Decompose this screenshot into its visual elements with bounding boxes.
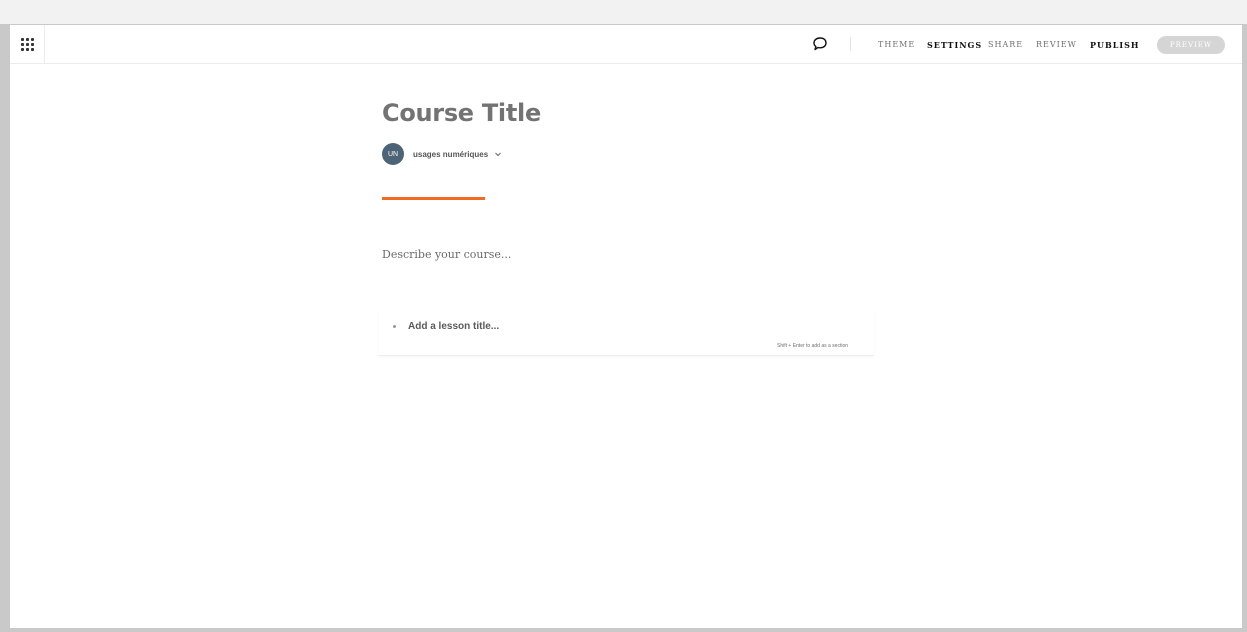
apps-menu-button[interactable]	[10, 25, 45, 63]
top-bar: THEME SETTINGS SHARE REVIEW PUBLISH PREV…	[10, 25, 1242, 64]
avatar: UN	[382, 143, 404, 165]
course-description-field[interactable]: Describe your course...	[382, 248, 511, 261]
speech-bubble-icon	[813, 37, 827, 51]
comments-button[interactable]	[811, 35, 829, 53]
browser-frame: THEME SETTINGS SHARE REVIEW PUBLISH PREV…	[0, 24, 1247, 632]
lesson-title-input[interactable]: Add a lesson title...	[408, 321, 499, 332]
author-name: usages numériques	[413, 149, 489, 159]
course-title[interactable]: Course Title	[382, 99, 541, 127]
bullet-icon	[393, 325, 396, 328]
toolbar-divider	[850, 37, 851, 51]
nav-theme[interactable]: THEME	[878, 25, 915, 63]
author-selector[interactable]: UN usages numériques	[382, 143, 502, 165]
grid-dots-icon	[20, 37, 34, 51]
nav-publish[interactable]: PUBLISH	[1090, 25, 1139, 63]
section-hint: Shift + Enter to add as a section	[776, 343, 848, 349]
title-accent-divider	[382, 197, 485, 200]
nav-share[interactable]: SHARE	[988, 25, 1023, 63]
add-lesson-field[interactable]: Add a lesson title... Shift + Enter to a…	[379, 310, 874, 356]
editor-window: THEME SETTINGS SHARE REVIEW PUBLISH PREV…	[10, 25, 1242, 628]
nav-settings[interactable]: SETTINGS	[927, 25, 982, 63]
nav-review[interactable]: REVIEW	[1036, 25, 1077, 63]
preview-button[interactable]: PREVIEW	[1157, 36, 1225, 54]
chevron-down-icon	[495, 152, 501, 157]
